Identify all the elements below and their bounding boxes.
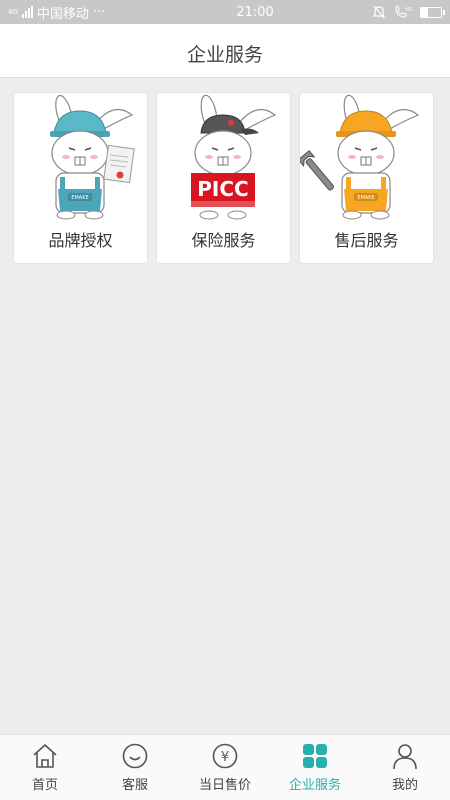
card-label: 品牌授权 [48,231,113,250]
insurance-card[interactable]: PICC 保险服务 [156,92,291,264]
status-bar: 4G 中国移动 ··· 21:00 HD [0,0,450,24]
after-sales-card[interactable]: EMAKE 售后服务 [299,92,434,264]
home-icon [30,741,60,771]
bottom-tab-bar: 首页 客服 ¥ 当日售价 企业服务 我的 [0,734,450,800]
signal-icon [21,6,33,18]
tab-home[interactable]: 首页 [0,735,90,800]
profile-icon [390,741,420,771]
enterprise-grid-icon [300,741,330,771]
brand-authorization-card[interactable]: EMAKE 品牌授权 [13,92,148,264]
battery-icon [420,6,445,18]
customer-service-icon [120,741,150,771]
tab-profile[interactable]: 我的 [360,735,450,800]
page-title: 企业服务 [186,44,263,66]
after-sales-rabbit-icon: EMAKE [300,94,420,220]
yuan-glyph: ¥ [221,750,229,765]
status-time: 21:00 [236,4,274,20]
picc-badge: PICC [197,177,248,201]
header: 企业服务 [0,24,450,78]
insurance-rabbit-icon: PICC [191,94,277,220]
card-label: 保险服务 [191,231,256,250]
tab-daily-price[interactable]: ¥ 当日售价 [180,735,270,800]
svg-text:HD: HD [405,7,412,13]
tab-label: 当日售价 [198,778,251,793]
service-cards: EMAKE 品牌授权 PICC 保险服务 EMAKE 售后服务 [13,92,434,264]
status-left: 4G 中国移动 ··· [8,3,178,22]
tab-label: 首页 [31,778,58,793]
hd-call-icon: HD [395,5,412,18]
tab-enterprise-service[interactable]: 企业服务 [270,735,360,800]
tab-label: 我的 [391,778,418,793]
tab-label: 客服 [121,778,148,793]
yuan-price-icon: ¥ [210,741,240,771]
tab-customer-service[interactable]: 客服 [90,735,180,800]
card-label: 售后服务 [334,231,399,250]
mute-bell-icon [372,5,386,19]
svg-text:EMAKE: EMAKE [71,195,88,201]
status-dots: ··· [92,4,106,20]
brand-authorization-rabbit-icon: EMAKE [50,94,135,220]
tab-label: 企业服务 [288,778,341,793]
svg-text:EMAKE: EMAKE [357,195,374,201]
status-right: HD [372,5,445,19]
carrier-name: 中国移动 [36,6,89,22]
network-type: 4G [8,7,18,16]
